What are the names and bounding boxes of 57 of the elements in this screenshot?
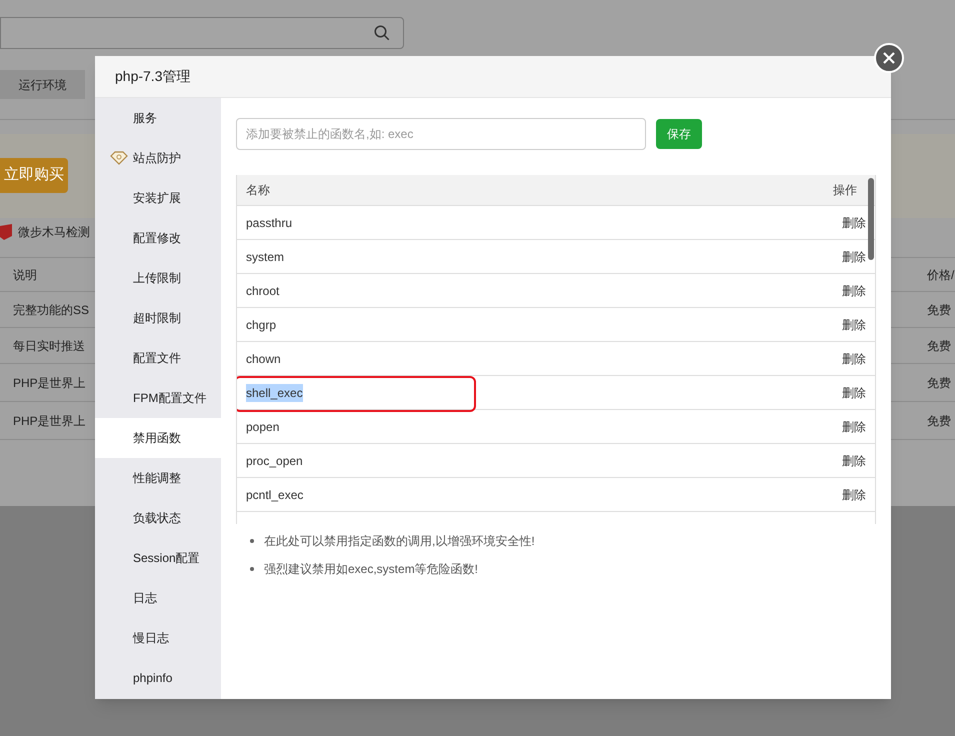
function-name: chgrp [246,316,276,334]
sidebar-item[interactable]: 上传限制 [95,258,221,298]
delete-link[interactable]: 删除 [842,418,866,436]
dialog-title: php-7.3管理 [115,67,190,86]
function-name: popen [246,418,280,436]
tab[interactable]: 运行环境 [0,70,85,99]
sidebar-item[interactable]: Session配置 [95,538,221,578]
column-header: 操作 [833,182,858,199]
sidebar-item[interactable]: 配置修改 [95,218,221,258]
sidebar-item[interactable]: 服务 [95,98,221,138]
function-name: shell_exec [246,384,303,402]
function-input[interactable]: 添加要被禁止的函数名,如: exec [236,118,646,150]
close-icon [883,52,895,64]
delete-link[interactable]: 删除 [842,248,866,266]
sidebar-item[interactable]: 性能调整 [95,458,221,498]
function-name: proc_open [246,452,303,470]
bullet-icon [250,567,254,571]
search-icon [373,24,391,42]
note-text: 在此处可以禁用指定函数的调用,以增强环境安全性! [264,533,535,550]
sidebar-item[interactable]: 禁用函数 [95,418,221,458]
delete-link[interactable]: 删除 [842,214,866,232]
search-field[interactable] [0,17,404,49]
sidebar-item[interactable]: 慢日志 [95,618,221,658]
delete-link[interactable]: 删除 [842,282,866,300]
function-name: system [246,248,284,266]
note-text: 强烈建议禁用如exec,system等危险函数! [264,561,478,578]
sidebar-item[interactable]: 站点防护 [95,138,221,178]
column-header: 说明 [12,266,38,284]
bullet-icon [250,539,254,543]
column-header: 名称 [246,182,271,199]
delete-link[interactable]: 删除 [842,350,866,368]
sidebar-item[interactable]: 超时限制 [95,298,221,338]
function-name: chroot [246,282,280,300]
shield-icon [0,224,12,240]
table-cell-text: 免费 [927,412,952,430]
sidebar-item[interactable]: 日志 [95,578,221,618]
table-cell-text: PHP是世界上 [12,374,86,392]
table-cell-text: 完整功能的SS [12,302,90,318]
function-name: passthru [246,214,292,232]
sidebar-item[interactable]: 安装扩展 [95,178,221,218]
delete-link[interactable]: 删除 [842,452,866,470]
scanner-label: 微步木马检测 [18,224,90,241]
table-cell-text: PHP是世界上 [12,412,86,430]
delete-link[interactable]: 删除 [842,486,866,504]
table-cell-text: 免费 [927,338,952,354]
table-cell-text: 免费 [927,374,952,392]
table-cell-text: 每日实时推送 [12,338,85,354]
function-name: chown [246,350,281,368]
sidebar-item[interactable]: 配置文件 [95,338,221,378]
function-name: pcntl_exec [246,486,304,504]
sidebar-item[interactable]: 负载状态 [95,498,221,538]
delete-link[interactable]: 删除 [842,316,866,334]
sidebar-item[interactable]: FPM配置文件 [95,378,221,418]
column-header: 价格/ [927,266,955,284]
table-cell-text: 免费 [927,302,952,318]
delete-link[interactable]: 删除 [842,384,866,402]
sidebar-item[interactable]: phpinfo [95,658,221,698]
